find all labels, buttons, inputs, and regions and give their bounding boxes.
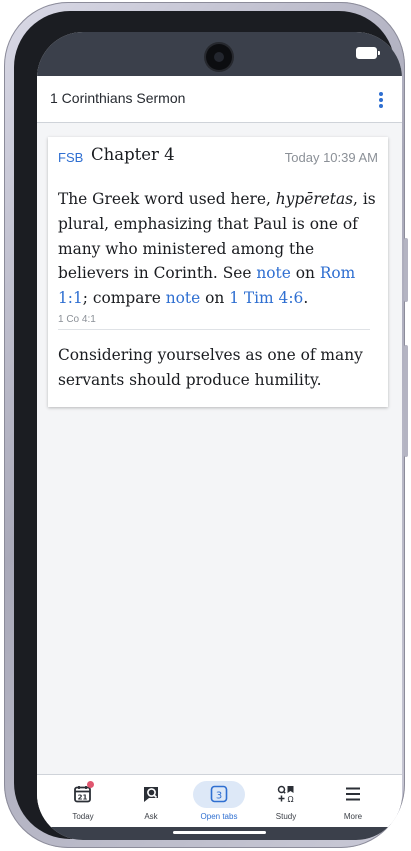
greek-term: hypēretas	[275, 190, 354, 208]
tabs-icon: 3	[209, 784, 229, 804]
battery-icon	[356, 47, 380, 59]
text-run: on	[290, 264, 320, 283]
camera-icon	[206, 44, 232, 70]
status-bar	[37, 32, 402, 76]
app-bar: 1 Corinthians Sermon	[37, 76, 402, 123]
menu-icon	[343, 784, 363, 804]
page-title: 1 Corinthians Sermon	[50, 90, 186, 106]
note-timestamp: Today 10:39 AM	[284, 150, 378, 165]
nav-open-tabs[interactable]: 3 Open tabs	[191, 775, 247, 828]
calendar-icon: 21	[73, 781, 94, 804]
svg-text:21: 21	[78, 794, 88, 802]
text-run: on	[200, 289, 230, 308]
nav-label-today: Today	[72, 812, 94, 821]
svg-text:Ω: Ω	[287, 795, 293, 804]
nav-more[interactable]: More	[325, 775, 381, 828]
note-link[interactable]: note	[166, 289, 200, 307]
ask-chat-icon	[141, 784, 161, 804]
bottom-nav: 21 Today Ask 3 Open tabs Ω Study More	[37, 774, 402, 828]
nav-label-ask: Ask	[144, 812, 158, 821]
note-card[interactable]: FSB Chapter 4 Today 10:39 AM The Greek w…	[48, 137, 388, 407]
text-run: .	[303, 289, 309, 308]
text-run: The Greek word used here,	[58, 190, 276, 208]
nav-today[interactable]: 21 Today	[55, 775, 111, 828]
nav-label-study: Study	[275, 812, 297, 821]
content-area: FSB Chapter 4 Today 10:39 AM The Greek w…	[37, 123, 402, 774]
note-chapter: Chapter 4	[91, 145, 175, 164]
more-vertical-icon[interactable]	[374, 91, 388, 109]
divider	[58, 329, 370, 330]
notification-badge	[87, 781, 94, 788]
home-indicator[interactable]	[173, 831, 266, 834]
bezel: 1 Corinthians Sermon FSB Chapter 4 Today…	[14, 11, 402, 840]
nav-label-more: More	[343, 812, 363, 821]
study-icon: Ω	[276, 784, 296, 804]
nav-label-open-tabs: Open tabs	[200, 812, 238, 821]
phone-body: 1 Corinthians Sermon FSB Chapter 4 Today…	[4, 2, 405, 848]
note-paragraph-2: Considering yourselves as one of many se…	[58, 346, 363, 389]
verse-reference[interactable]: 1 Co 4:1	[58, 314, 96, 325]
note-paragraph: The Greek word used here, hypēretas, is …	[58, 187, 380, 311]
text-run: ; compare	[82, 289, 166, 308]
nav-study[interactable]: Ω Study	[258, 775, 314, 828]
1-tim-4-6-link[interactable]: 1 Tim 4:6	[229, 289, 303, 307]
nav-ask[interactable]: Ask	[123, 775, 179, 828]
note-link[interactable]: note	[256, 264, 290, 282]
svg-text:3: 3	[216, 790, 222, 801]
screen: 1 Corinthians Sermon FSB Chapter 4 Today…	[37, 32, 402, 840]
note-source[interactable]: FSB	[58, 150, 83, 165]
gesture-bar	[37, 827, 402, 840]
